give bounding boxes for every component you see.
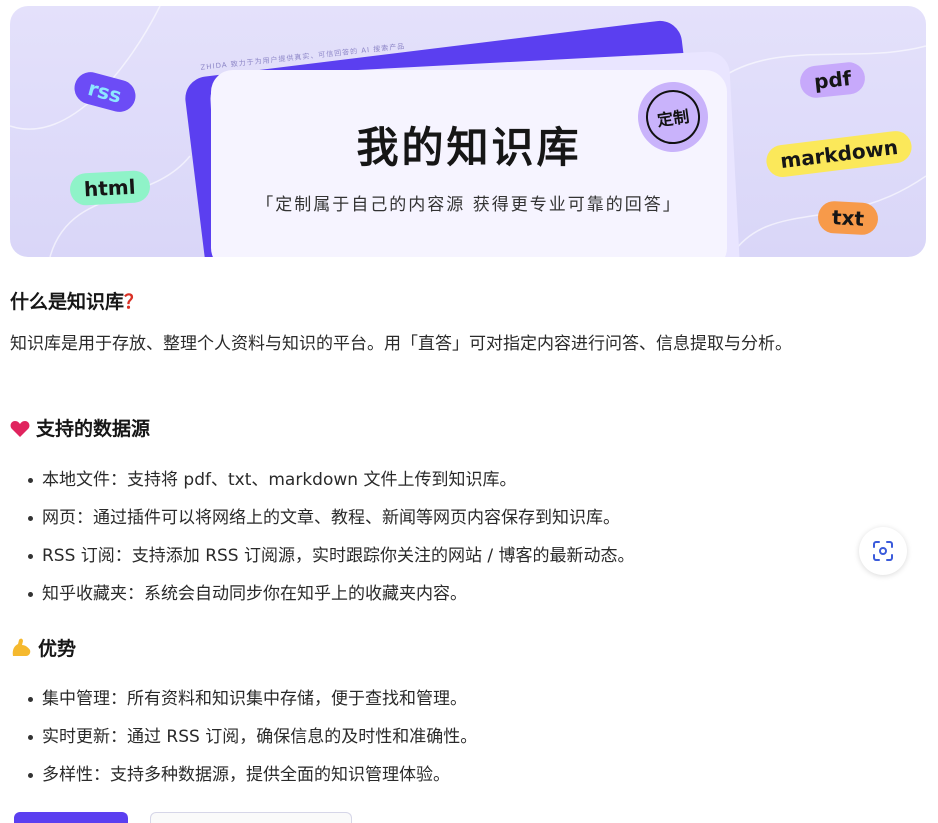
what-description: 知识库是用于存放、整理个人资料与知识的平台。用「直答」可对指定内容进行问答、信息… (10, 334, 792, 354)
bottom-primary-button[interactable] (14, 812, 128, 823)
what-heading: 什么是知识库？ (10, 287, 143, 314)
custom-badge-label: 定制 (642, 86, 704, 148)
advantages-heading-text: 优势 (38, 638, 77, 660)
list-item: 本地文件：支持将 pdf、txt、markdown 文件上传到知识库。 (10, 461, 635, 499)
list-item: 实时更新：通过 RSS 订阅，确保信息的及时性和准确性。 (10, 718, 477, 756)
tag-txt: txt (817, 200, 879, 236)
banner-subtitle: 「定制属于自己的内容源 获得更专业可靠的回答」 (256, 195, 682, 215)
sources-heading-text: 支持的数据源 (36, 418, 151, 440)
scan-button[interactable] (859, 527, 907, 575)
tag-html: html (69, 169, 151, 207)
list-item: 网页：通过插件可以将网络上的文章、教程、新闻等网页内容保存到知识库。 (10, 499, 635, 537)
question-mark-icon: ？ (124, 291, 144, 313)
list-item: 集中管理：所有资料和知识集中存储，便于查找和管理。 (10, 680, 477, 718)
sources-heading: 支持的数据源 (10, 414, 150, 441)
bottom-secondary-button[interactable] (150, 812, 352, 823)
flexed-arm-icon (12, 638, 31, 656)
heart-icon (10, 421, 30, 437)
advantages-list: 集中管理：所有资料和知识集中存储，便于查找和管理。 实时更新：通过 RSS 订阅… (10, 680, 477, 794)
knowledge-base-banner: ZHIDA 致力于为用户提供真实、可信回答的 AI 搜索产品 我的知识库 「定制… (10, 6, 926, 257)
sources-list: 本地文件：支持将 pdf、txt、markdown 文件上传到知识库。 网页：通… (10, 461, 635, 613)
list-item: RSS 订阅：支持添加 RSS 订阅源，实时跟踪你关注的网站 / 博客的最新动态… (10, 537, 635, 575)
what-heading-text: 什么是知识库 (10, 291, 125, 313)
scan-icon (873, 541, 893, 561)
list-item: 知乎收藏夹：系统会自动同步你在知乎上的收藏夹内容。 (10, 575, 635, 613)
list-item: 多样性：支持多种数据源，提供全面的知识管理体验。 (10, 756, 477, 794)
advantages-heading: 优势 (10, 634, 76, 661)
